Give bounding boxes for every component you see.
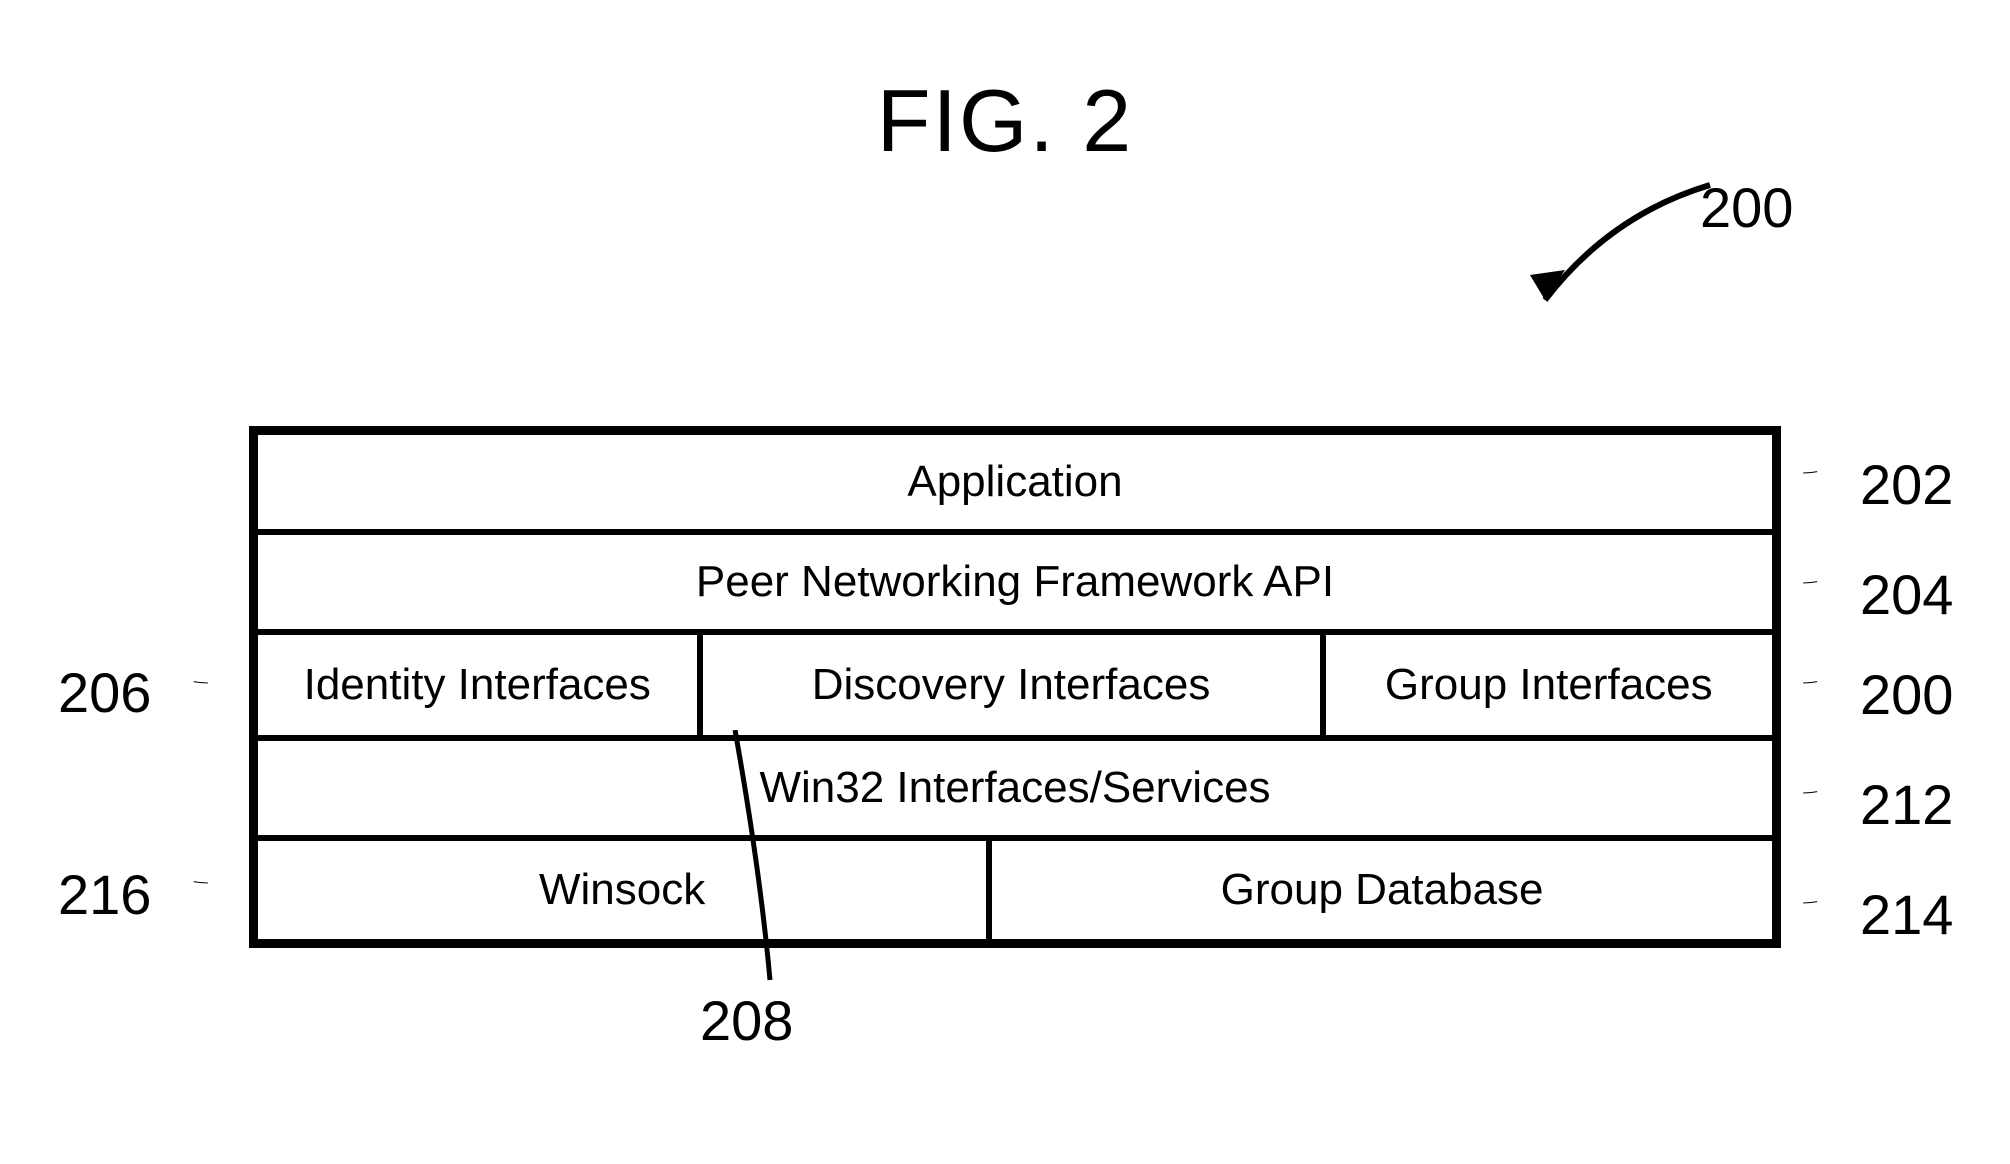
row-application: Application — [255, 432, 1775, 532]
cell-group-database: Group Database — [989, 838, 1775, 942]
tick-200b — [1781, 680, 1841, 686]
cell-win32: Win32 Interfaces/Services — [255, 738, 1775, 838]
cell-identity-interfaces: Identity Interfaces — [255, 632, 700, 738]
cell-application: Application — [255, 432, 1775, 532]
tick-206 — [170, 680, 230, 686]
tick-212 — [1781, 790, 1841, 796]
ref-214: 214 — [1860, 882, 1953, 947]
ref-212: 212 — [1860, 772, 1953, 837]
ref-208: 208 — [700, 988, 793, 1053]
ref-200-arrow: 200 — [1700, 175, 1793, 240]
cell-group-interfaces: Group Interfaces — [1323, 632, 1775, 738]
row-api: Peer Networking Framework API — [255, 532, 1775, 632]
tick-202 — [1781, 470, 1841, 476]
ref-216: 216 — [58, 862, 151, 927]
ref-204: 204 — [1860, 562, 1953, 627]
tick-216 — [170, 880, 230, 886]
ref-206: 206 — [58, 660, 151, 725]
tick-214 — [1781, 900, 1841, 906]
architecture-diagram: Application Peer Networking Framework AP… — [249, 426, 1781, 948]
row-interfaces: Identity Interfaces Discovery Interfaces… — [255, 632, 1775, 738]
row-win32: Win32 Interfaces/Services — [255, 738, 1775, 838]
cell-winsock: Winsock — [255, 838, 989, 942]
cell-api: Peer Networking Framework API — [255, 532, 1775, 632]
row-bottom: Winsock Group Database — [255, 838, 1775, 942]
cell-discovery-interfaces: Discovery Interfaces — [700, 632, 1323, 738]
tick-204 — [1781, 580, 1841, 586]
leader-208 — [700, 730, 820, 990]
figure-title: FIG. 2 — [0, 70, 2010, 172]
ref-202: 202 — [1860, 452, 1953, 517]
ref-200b: 200 — [1860, 662, 1953, 727]
